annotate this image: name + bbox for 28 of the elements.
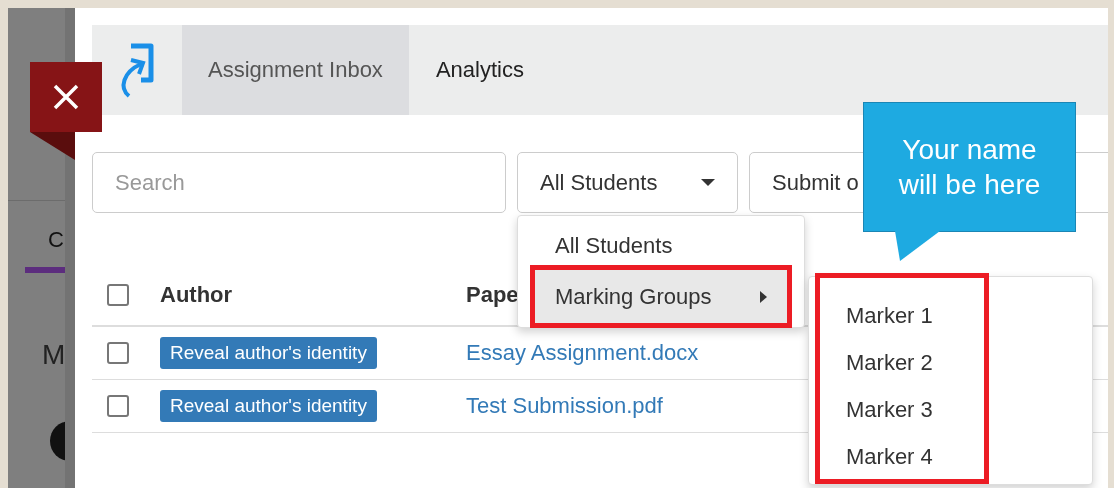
column-header: Pape <box>466 282 519 308</box>
column-header: Author <box>160 282 233 308</box>
ribbon-fold <box>30 132 75 160</box>
reveal-identity-button[interactable]: Reveal author's identity <box>160 337 377 369</box>
background-text: M <box>42 339 65 371</box>
search-field[interactable]: Search <box>92 152 506 213</box>
caret-icon <box>701 178 715 187</box>
checkbox[interactable] <box>107 395 129 417</box>
menu-item[interactable]: Marker 4 <box>820 433 984 480</box>
checkbox[interactable] <box>107 342 129 364</box>
paper-link[interactable]: Essay Assignment.docx <box>466 340 699 366</box>
menu-item[interactable]: Marker 2 <box>820 339 984 386</box>
callout-text: Your name <box>902 133 1037 167</box>
menu-item[interactable]: All Students <box>518 226 804 265</box>
close-icon <box>53 84 79 110</box>
menu-item[interactable]: Marker 1 <box>820 292 984 339</box>
reveal-identity-button[interactable]: Reveal author's identity <box>160 390 377 422</box>
close-button[interactable] <box>30 62 102 132</box>
tab[interactable]: Analytics <box>408 25 551 115</box>
paper-link[interactable]: Test Submission.pdf <box>466 393 663 419</box>
student-filter-dropdown[interactable]: All Students <box>517 152 738 213</box>
callout-text: will be here <box>898 168 1041 202</box>
menu-item[interactable]: Marker 3 <box>820 386 984 433</box>
menu-item[interactable]: Marking Groups <box>535 270 787 323</box>
checkbox[interactable] <box>107 284 129 306</box>
tab[interactable]: Assignment Inbox <box>182 25 409 115</box>
background-text: C <box>48 227 65 253</box>
caret-icon <box>760 290 767 303</box>
